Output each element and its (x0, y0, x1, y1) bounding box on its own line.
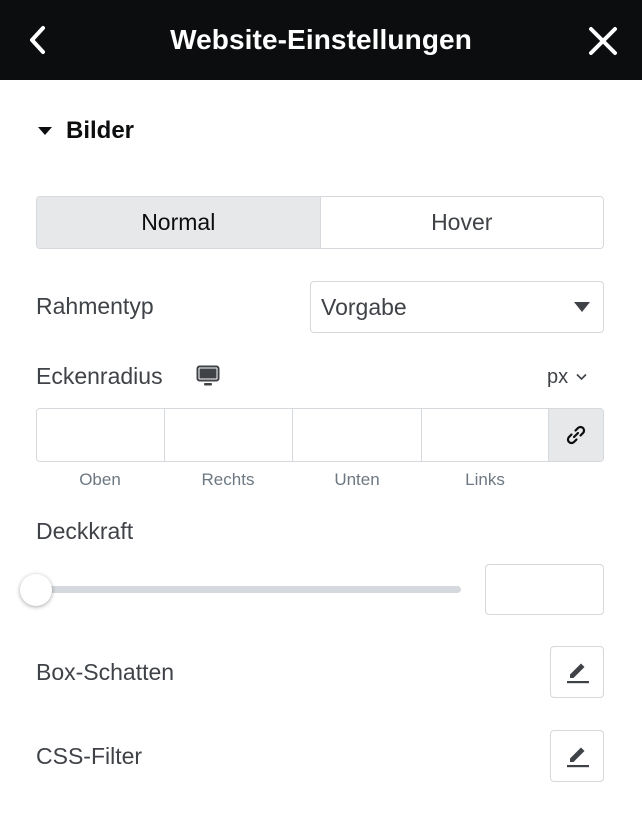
radius-right-input[interactable] (165, 409, 292, 461)
desktop-monitor-icon[interactable] (196, 365, 220, 387)
radius-bottom-label: Unten (334, 470, 380, 489)
opacity-slider-track[interactable] (36, 586, 461, 593)
panel-header: Website-Einstellungen (0, 0, 642, 80)
corner-radius-inputs (36, 408, 604, 462)
css-filter-label: CSS-Filter (36, 743, 143, 769)
tab-hover[interactable]: Hover (319, 197, 603, 248)
radius-top-input[interactable] (37, 409, 164, 461)
caret-down-icon (574, 302, 590, 312)
radius-left-label: Links (465, 470, 505, 489)
chevron-down-icon (576, 373, 587, 381)
border-type-select[interactable]: Vorgabe (310, 281, 604, 333)
state-tabs: Normal Hover (36, 196, 604, 249)
unit-selector[interactable]: px (547, 364, 587, 390)
close-button[interactable] (584, 22, 622, 60)
caret-down-icon (38, 127, 52, 135)
pencil-icon (567, 663, 589, 684)
opacity-slider-handle[interactable] (20, 574, 52, 606)
css-filter-edit-button[interactable] (550, 730, 604, 782)
pencil-icon (567, 747, 589, 768)
box-shadow-label: Box-Schatten (36, 659, 175, 685)
link-values-button[interactable] (548, 409, 603, 461)
opacity-input[interactable] (485, 564, 604, 615)
border-type-label: Rahmentyp (36, 293, 154, 319)
section-toggle-bilder[interactable]: Bilder (36, 112, 134, 150)
radius-top-label: Oben (79, 470, 121, 489)
unit-value: px (547, 365, 569, 388)
section-title: Bilder (66, 117, 135, 144)
opacity-label: Deckkraft (36, 518, 134, 544)
border-type-value: Vorgabe (321, 294, 407, 320)
box-shadow-edit-button[interactable] (550, 646, 604, 698)
panel-title: Website-Einstellungen (170, 24, 472, 55)
radius-bottom-input[interactable] (293, 409, 421, 461)
radius-left-input[interactable] (422, 409, 548, 461)
link-icon (566, 425, 586, 445)
corner-radius-label: Eckenradius (36, 363, 163, 389)
close-icon (589, 27, 617, 55)
tab-normal[interactable]: Normal (37, 197, 320, 248)
radius-right-label: Rechts (201, 470, 255, 489)
